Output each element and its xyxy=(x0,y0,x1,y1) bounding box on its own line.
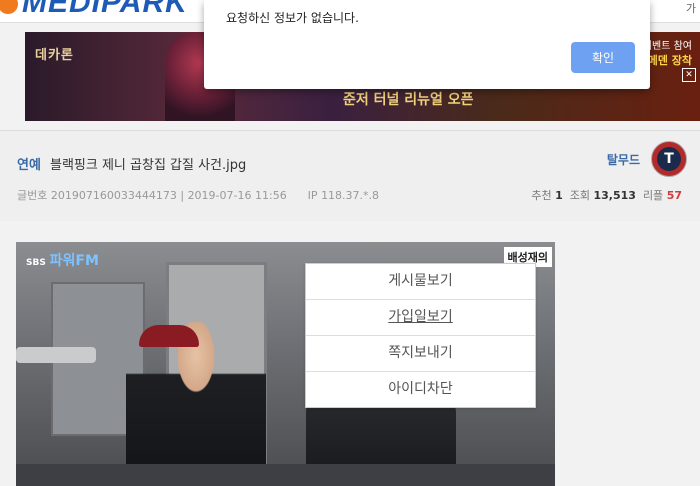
top-right-link[interactable]: 가 xyxy=(686,0,696,16)
station-watermark: SBS 파워FM xyxy=(26,250,99,270)
menu-item-view-join-date[interactable]: 가입일보기 xyxy=(306,300,535,336)
views-label: 조회 xyxy=(569,189,590,202)
logo-text: MEDIPARK xyxy=(22,0,188,19)
menu-item-send-message[interactable]: 쪽지보내기 xyxy=(306,336,535,372)
recommend-count: 1 xyxy=(555,189,563,202)
recommend-label: 추천 xyxy=(531,189,552,202)
logo-mark-icon xyxy=(0,0,18,15)
ad-caption: 준저 터널 리뉴얼 오픈 xyxy=(343,92,474,108)
station-name: SBS xyxy=(26,258,46,268)
avatar[interactable]: T xyxy=(651,141,687,177)
image-cap xyxy=(139,325,199,347)
post-stats: 추천 1 조회 13,513 리플 57 xyxy=(531,187,682,203)
ip-label: IP xyxy=(307,189,318,202)
post-no-label: 글번호 xyxy=(17,189,48,202)
post-datetime: 2019-07-16 11:56 xyxy=(187,189,287,202)
menu-item-view-posts[interactable]: 게시물보기 xyxy=(306,264,535,300)
channel-name: 파워FM xyxy=(49,253,99,269)
ok-button[interactable]: 확인 xyxy=(571,42,635,73)
site-logo[interactable]: MEDIPARK xyxy=(0,0,188,20)
game-logo: 데카론 xyxy=(35,48,74,63)
image-microphone xyxy=(16,347,96,363)
post-header: 연예 블랙핑크 제니 곱창집 갑질 사건.jpg 탈무드 T 글번호 20190… xyxy=(0,130,700,222)
avatar-letter-icon: T xyxy=(657,147,681,171)
alert-dialog: 요청하신 정보가 없습니다. 확인 xyxy=(204,0,650,89)
post-title: 블랙핑크 제니 곱창집 갑질 사건.jpg xyxy=(50,158,247,173)
post-no: 201907160033444173 xyxy=(50,189,177,202)
post-category[interactable]: 연예 xyxy=(17,154,41,173)
replies-count: 57 xyxy=(666,189,682,202)
post-ip: 118.37.*.8 xyxy=(321,189,380,202)
user-context-menu: 게시물보기 가입일보기 쪽지보내기 아이디차단 xyxy=(305,263,536,408)
post-author[interactable]: 탈무드 xyxy=(607,151,640,168)
dialog-message: 요청하신 정보가 없습니다. xyxy=(226,11,359,25)
replies-label: 리플 xyxy=(642,189,664,202)
close-icon[interactable]: ✕ xyxy=(682,68,696,82)
image-desk xyxy=(16,464,555,486)
views-count: 13,513 xyxy=(593,189,636,202)
menu-item-block-id[interactable]: 아이디차단 xyxy=(306,372,535,407)
post-meta: 글번호 201907160033444173 | 2019-07-16 11:5… xyxy=(17,189,380,202)
